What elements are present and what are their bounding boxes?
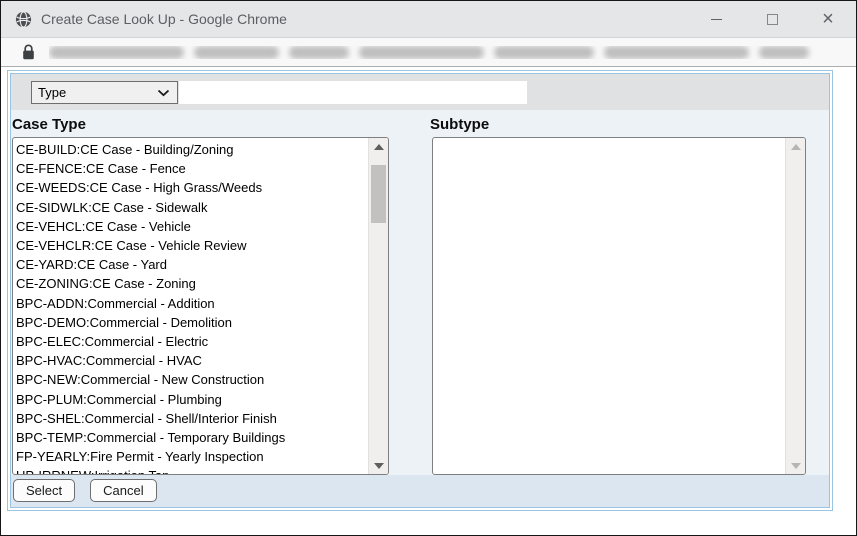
triangle-down-icon — [374, 463, 384, 469]
list-item[interactable]: CE-SIDWLK:CE Case - Sidewalk — [16, 198, 366, 217]
cancel-button[interactable]: Cancel — [90, 479, 156, 502]
close-icon: × — [822, 9, 834, 29]
popup-window: Create Case Look Up - Google Chrome × — [0, 0, 857, 536]
triangle-down-icon — [791, 463, 801, 469]
redacted-url-text — [49, 46, 836, 59]
list-item[interactable]: BPC-SHEL:Commercial - Shell/Interior Fin… — [16, 409, 366, 428]
list-item[interactable]: CE-YARD:CE Case - Yard — [16, 255, 366, 274]
address-bar — [1, 38, 856, 67]
close-button[interactable]: × — [800, 1, 856, 37]
list-item[interactable]: BPC-PLUM:Commercial - Plumbing — [16, 390, 366, 409]
redacted-url-segment — [289, 46, 349, 59]
list-item[interactable]: FP-YEARLY:Fire Permit - Yearly Inspectio… — [16, 447, 366, 466]
title-bar: Create Case Look Up - Google Chrome × — [1, 1, 856, 38]
subtype-scrollbar[interactable] — [785, 138, 805, 474]
redacted-url-segment — [759, 46, 809, 59]
scroll-up-button[interactable] — [369, 138, 388, 155]
filter-bar: Type — [11, 74, 829, 110]
list-item[interactable]: BPC-ADDN:Commercial - Addition — [16, 294, 366, 313]
search-input[interactable] — [179, 81, 527, 104]
minimize-button[interactable] — [688, 1, 744, 37]
redacted-url-segment — [604, 46, 749, 59]
maximize-icon — [767, 14, 778, 25]
content-frame-inner: Type Case Type Subtype — [10, 73, 830, 508]
case-type-header: Case Type — [12, 116, 430, 133]
scroll-down-button[interactable] — [786, 457, 805, 474]
panel-lists: CE-BUILD:CE Case - Building/ZoningCE-FEN… — [11, 137, 829, 475]
select-button[interactable]: Select — [13, 479, 75, 502]
list-item[interactable]: BPC-HVAC:Commercial - HVAC — [16, 351, 366, 370]
page-body: Type Case Type Subtype — [1, 67, 856, 533]
chevron-down-icon — [157, 89, 170, 97]
window-title: Create Case Look Up - Google Chrome — [41, 11, 287, 27]
globe-icon — [15, 11, 32, 28]
list-item[interactable]: BPC-ELEC:Commercial - Electric — [16, 332, 366, 351]
scrollbar-thumb[interactable] — [371, 165, 386, 223]
scroll-down-button[interactable] — [369, 457, 388, 474]
list-item[interactable]: BPC-DEMO:Commercial - Demolition — [16, 313, 366, 332]
list-item[interactable]: UP-IRRNEW:Irrigation Tap — [16, 466, 366, 475]
list-item[interactable]: BPC-NEW:Commercial - New Construction — [16, 370, 366, 389]
scroll-up-button[interactable] — [786, 138, 805, 155]
maximize-button[interactable] — [744, 1, 800, 37]
minimize-icon — [711, 19, 722, 20]
panel-headers: Case Type Subtype — [11, 110, 829, 137]
case-type-options: CE-BUILD:CE Case - Building/ZoningCE-FEN… — [13, 138, 388, 475]
search-by-dropdown-value: Type — [38, 85, 66, 100]
redacted-url-segment — [494, 46, 594, 59]
list-item[interactable]: CE-VEHCLR:CE Case - Vehicle Review — [16, 236, 366, 255]
window-controls: × — [688, 1, 856, 37]
action-bar: Select Cancel — [11, 475, 829, 507]
subtype-header: Subtype — [430, 116, 489, 133]
triangle-up-icon — [374, 144, 384, 150]
case-type-scrollbar[interactable] — [368, 138, 388, 474]
search-by-dropdown[interactable]: Type — [31, 81, 178, 104]
list-item[interactable]: CE-FENCE:CE Case - Fence — [16, 159, 366, 178]
list-item[interactable]: CE-BUILD:CE Case - Building/Zoning — [16, 140, 366, 159]
redacted-url-segment — [49, 46, 184, 59]
content-frame: Type Case Type Subtype — [7, 70, 833, 511]
subtype-listbox[interactable] — [432, 137, 806, 475]
lookup-panels: Case Type Subtype CE-BUILD:CE Case - Bui… — [11, 110, 829, 507]
list-item[interactable]: CE-VEHCL:CE Case - Vehicle — [16, 217, 366, 236]
triangle-up-icon — [791, 144, 801, 150]
list-item[interactable]: BPC-TEMP:Commercial - Temporary Building… — [16, 428, 366, 447]
case-type-listbox[interactable]: CE-BUILD:CE Case - Building/ZoningCE-FEN… — [12, 137, 389, 475]
lock-icon[interactable] — [22, 44, 35, 60]
list-item[interactable]: CE-ZONING:CE Case - Zoning — [16, 274, 366, 293]
subtype-options — [433, 138, 805, 140]
list-item[interactable]: CE-WEEDS:CE Case - High Grass/Weeds — [16, 178, 366, 197]
redacted-url-segment — [194, 46, 279, 59]
redacted-url-segment — [359, 46, 484, 59]
